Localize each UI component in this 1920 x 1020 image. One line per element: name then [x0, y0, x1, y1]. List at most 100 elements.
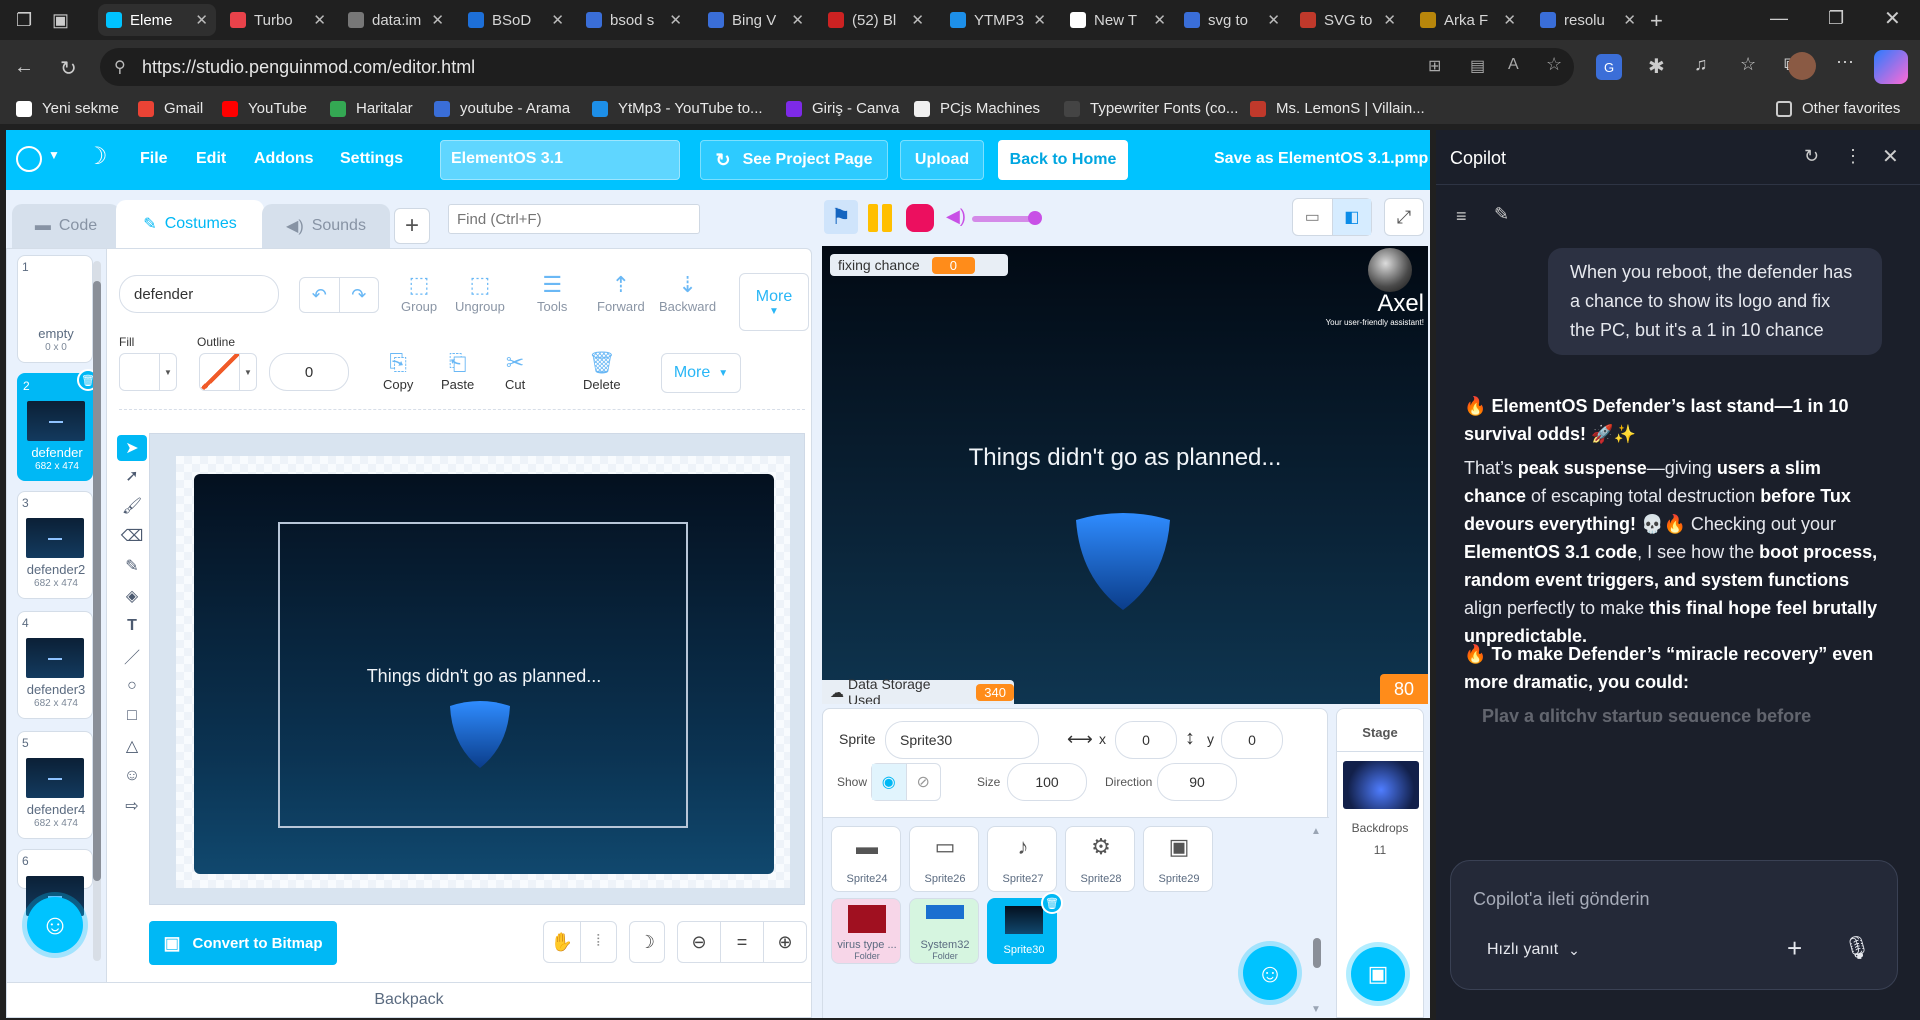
browser-tab[interactable]: Eleme ✕	[98, 4, 216, 36]
more-menu-icon[interactable]: ⋯	[1836, 52, 1854, 73]
waveform-icon[interactable]: ⦙	[581, 922, 617, 962]
bookmark-item[interactable]: youtube - Arama	[434, 100, 570, 117]
copy-button[interactable]: ⎘ Copy	[383, 349, 413, 392]
fill-tool[interactable]: ◈	[117, 583, 147, 609]
outline-color-picker[interactable]: ▼	[199, 353, 257, 391]
profile-avatar[interactable]	[1788, 52, 1816, 80]
add-extension-button[interactable]: +	[394, 208, 430, 244]
zoom-reset-icon[interactable]: =	[721, 922, 764, 962]
triangle-tool[interactable]: △	[117, 733, 147, 759]
refresh-icon[interactable]: ↻	[1804, 146, 1819, 167]
scroll-up-icon[interactable]: ▲	[1311, 826, 1321, 837]
close-tab-icon[interactable]: ✕	[313, 11, 326, 29]
extensions-icon[interactable]: ✱	[1648, 54, 1665, 79]
more-options-icon[interactable]: ⋮	[1844, 146, 1862, 167]
outline-width-input[interactable]: 0	[269, 353, 349, 391]
reshape-tool[interactable]: ➚	[117, 463, 147, 489]
copilot-logo-icon[interactable]	[1874, 50, 1908, 84]
tab-sounds[interactable]: ◀) Sounds	[262, 204, 390, 248]
new-chat-icon[interactable]: ✎	[1494, 204, 1509, 225]
costume-item[interactable]: 6	[17, 849, 93, 916]
close-tab-icon[interactable]: ✕	[1033, 11, 1046, 29]
pause-button[interactable]	[868, 204, 894, 232]
costume-item[interactable]: 3 defender2 682 x 474	[17, 491, 93, 599]
undo-icon[interactable]: ↶	[300, 278, 340, 312]
vertical-tabs-icon[interactable]: ▣	[52, 10, 69, 31]
minimize-icon[interactable]: —	[1770, 8, 1788, 29]
brush-tool[interactable]: 🖌	[117, 493, 147, 519]
direction-field[interactable]: 90	[1157, 763, 1237, 801]
media-icon[interactable]: ♫	[1694, 54, 1708, 75]
browser-tab[interactable]: Arka F ✕	[1412, 4, 1524, 36]
sprite-list-scrollbar[interactable]	[1313, 938, 1321, 968]
menu-file[interactable]: File	[140, 150, 168, 168]
select-tool[interactable]: ➤	[117, 435, 147, 461]
zoom-out-icon[interactable]: ⊖	[678, 922, 721, 962]
bookmark-item[interactable]: YouTube	[222, 100, 307, 117]
stage-canvas[interactable]: fixing chance 0 Axel Your user-friendly …	[822, 246, 1428, 704]
browser-tab[interactable]: resolu ✕	[1532, 4, 1644, 36]
url-bar[interactable]: ⚲ https://studio.penguinmod.com/editor.h…	[100, 48, 1574, 86]
sprite-name-field[interactable]: Sprite30	[885, 721, 1039, 759]
eye-icon[interactable]: ◉	[872, 764, 907, 800]
bookmark-item[interactable]: YtMp3 - YouTube to...	[592, 100, 763, 117]
browser-tab[interactable]: (52) Bl ✕	[820, 4, 932, 36]
y-field[interactable]: 0	[1221, 721, 1283, 759]
favorite-star-icon[interactable]: ☆	[1546, 54, 1562, 75]
browser-tab[interactable]: Bing V ✕	[700, 4, 812, 36]
sprite-item[interactable]: ▬ Sprite24	[831, 826, 901, 892]
favorites-icon[interactable]: ☆	[1740, 54, 1756, 75]
reader-icon[interactable]: ▤	[1470, 56, 1485, 76]
forward-button[interactable]: ⇡ Forward	[597, 271, 645, 314]
sticker-tool[interactable]: ☺	[117, 763, 147, 789]
refresh-icon[interactable]: ↻	[60, 56, 77, 81]
browser-tab[interactable]: bsod s ✕	[578, 4, 690, 36]
browser-tab[interactable]: New T ✕	[1062, 4, 1174, 36]
sprite-item[interactable]: System32 Folder	[909, 898, 979, 964]
browser-tab[interactable]: SVG to ✕	[1292, 4, 1404, 36]
history-icon[interactable]: ≡	[1456, 206, 1467, 227]
tab-code[interactable]: ▬ Code	[12, 204, 120, 248]
apps-icon[interactable]: ⊞	[1428, 56, 1441, 76]
find-input[interactable]	[448, 204, 700, 234]
bookmark-item[interactable]: Yeni sekme	[16, 100, 119, 117]
close-tab-icon[interactable]: ✕	[1623, 11, 1636, 29]
fill-color-picker[interactable]: ▼	[119, 353, 177, 391]
menu-edit[interactable]: Edit	[196, 150, 226, 168]
delete-sprite-icon[interactable]: 🗑	[1041, 892, 1063, 914]
choose-sprite-button[interactable]: ☺	[1243, 946, 1297, 1000]
site-info-icon[interactable]: ⚲	[114, 57, 126, 77]
line-tool[interactable]: ／	[117, 643, 147, 669]
sprite-item[interactable]: ▭ Sprite26	[909, 826, 979, 892]
backpack-bar[interactable]: Backpack	[6, 982, 812, 1018]
close-tab-icon[interactable]: ✕	[1153, 11, 1166, 29]
sprite-item[interactable]: Sprite30 🗑	[987, 892, 1063, 964]
costume-item[interactable]: 2 defender 682 x 474 🗑	[17, 369, 99, 481]
close-tab-icon[interactable]: ✕	[431, 11, 444, 29]
small-stage-icon[interactable]: ▭	[1293, 199, 1333, 235]
browser-tab[interactable]: data:im ✕	[340, 4, 452, 36]
delete-button[interactable]: 🗑 Delete	[583, 349, 621, 392]
close-sidebar-icon[interactable]: ✕	[1882, 144, 1899, 169]
costume-item[interactable]: 1 empty 0 x 0	[17, 255, 93, 363]
arrow-shape-tool[interactable]: ⇨	[117, 793, 147, 819]
more-arrange-button[interactable]: More ▼	[739, 273, 809, 331]
ungroup-button[interactable]: ⬚ Ungroup	[455, 271, 505, 314]
close-tab-icon[interactable]: ✕	[911, 11, 924, 29]
paste-button[interactable]: ⎗ Paste	[441, 349, 474, 392]
bookmark-item[interactable]: Ms. LemonS | Villain...	[1250, 100, 1425, 117]
zoom-in-icon[interactable]: ⊕	[764, 922, 806, 962]
hand-icon[interactable]: ✋	[544, 922, 581, 962]
close-tab-icon[interactable]: ✕	[1383, 11, 1396, 29]
menu-addons[interactable]: Addons	[254, 150, 314, 168]
workspaces-icon[interactable]: ❐	[16, 10, 32, 31]
volume-icon[interactable]: ◀)	[946, 206, 966, 227]
close-tab-icon[interactable]: ✕	[1267, 11, 1280, 29]
other-favorites[interactable]: Other favorites	[1776, 100, 1900, 117]
eyedropper-tool[interactable]: ✎	[117, 553, 147, 579]
convert-to-bitmap-button[interactable]: ▣ Convert to Bitmap	[149, 921, 337, 965]
choose-backdrop-button[interactable]: ▣	[1351, 947, 1405, 1001]
tools-button[interactable]: ☰ Tools	[537, 271, 567, 314]
redo-icon[interactable]: ↷	[340, 278, 379, 312]
fullscreen-button[interactable]: ⤢	[1384, 198, 1424, 236]
